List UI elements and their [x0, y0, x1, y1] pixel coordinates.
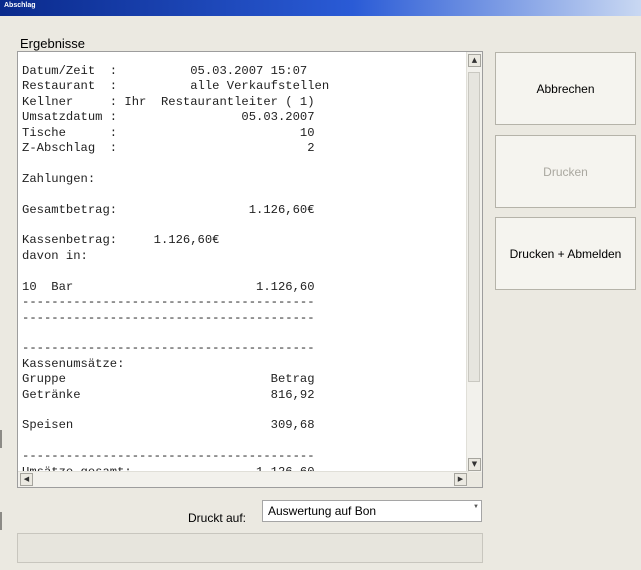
- print-target-label: Druckt auf:: [188, 511, 247, 525]
- scroll-thumb[interactable]: [468, 72, 480, 382]
- status-bar: [17, 533, 483, 563]
- arrow-left-icon[interactable]: ◀: [20, 473, 33, 486]
- results-textbox[interactable]: Datum/Zeit : 05.03.2007 15:07 Restaurant…: [17, 51, 483, 488]
- print-button[interactable]: Drucken: [495, 135, 636, 208]
- receipt-text: Datum/Zeit : 05.03.2007 15:07 Restaurant…: [22, 64, 330, 479]
- title-bar: Abschlag: [0, 0, 641, 16]
- scroll-corner: [467, 472, 482, 487]
- vertical-scrollbar[interactable]: ▲ ▼: [466, 52, 482, 473]
- print-logout-button[interactable]: Drucken + Abmelden: [495, 217, 636, 290]
- print-target-select[interactable]: Auswertung auf Bon ▼: [262, 500, 482, 522]
- chevron-down-icon[interactable]: ▼: [473, 504, 479, 510]
- left-edge-marker: [0, 512, 2, 530]
- arrow-right-icon[interactable]: ▶: [454, 473, 467, 486]
- cancel-button[interactable]: Abbrechen: [495, 52, 636, 125]
- arrow-down-icon[interactable]: ▼: [468, 458, 481, 471]
- arrow-up-icon[interactable]: ▲: [468, 54, 481, 67]
- horizontal-scrollbar[interactable]: ◀ ▶: [18, 471, 469, 487]
- print-target-value: Auswertung auf Bon: [268, 504, 377, 518]
- window-title: Abschlag: [4, 2, 36, 9]
- left-edge-marker: [0, 430, 2, 448]
- results-label: Ergebnisse: [20, 36, 86, 51]
